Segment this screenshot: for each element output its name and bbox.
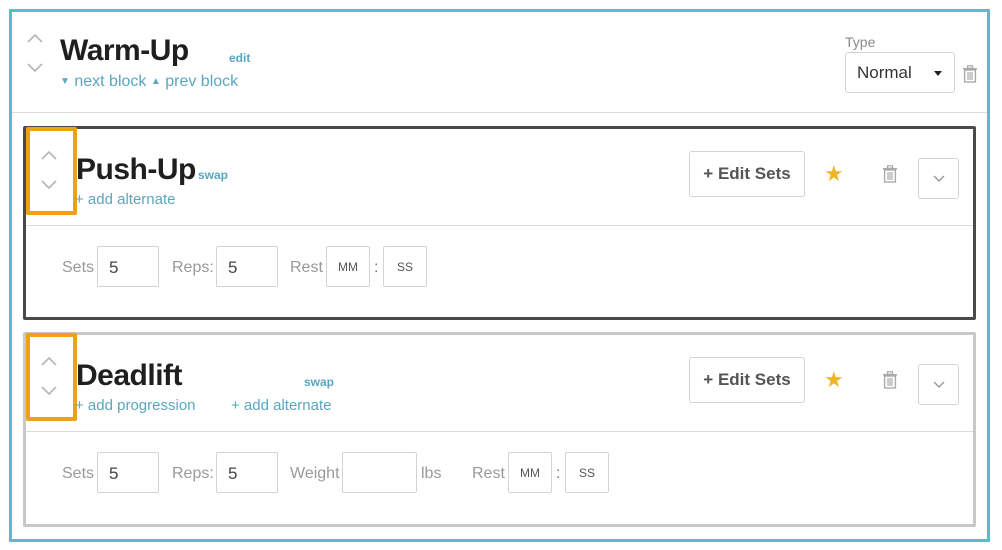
reorder-handle[interactable]: [26, 127, 77, 215]
trash-icon[interactable]: [962, 65, 980, 85]
edit-sets-button[interactable]: + Edit Sets: [689, 151, 805, 197]
add-progression-link[interactable]: + add progression: [75, 397, 196, 414]
weight-unit-label: lbs: [421, 465, 442, 482]
weight-input[interactable]: [342, 452, 417, 493]
reps-label: Reps:: [172, 259, 214, 276]
star-icon[interactable]: ★: [824, 161, 844, 187]
edit-block-link[interactable]: edit: [229, 51, 250, 65]
rest-minutes-input[interactable]: MM: [508, 452, 552, 493]
sets-input[interactable]: 5: [97, 246, 159, 287]
rest-minutes-input[interactable]: MM: [326, 246, 370, 287]
chevron-up-icon[interactable]: [40, 149, 58, 167]
swap-link[interactable]: swap: [198, 168, 228, 182]
chevron-down-icon[interactable]: [40, 179, 58, 197]
edit-sets-button[interactable]: + Edit Sets: [689, 357, 805, 403]
block-header: Warm-Up edit ▼ next block ▲ prev block T…: [12, 12, 987, 113]
caret-down-icon: [934, 71, 942, 76]
sets-label: Sets: [62, 259, 95, 276]
exercise-name: Deadlift: [76, 359, 183, 392]
chevron-down-icon: [933, 381, 945, 388]
reps-input[interactable]: 5: [216, 452, 278, 493]
type-select[interactable]: Normal: [845, 52, 955, 93]
add-alternate-link[interactable]: + add alternate: [231, 397, 332, 414]
rest-colon: :: [374, 259, 379, 276]
reorder-handle[interactable]: [26, 333, 77, 421]
exercise-header: Push-Up swap + add alternate + Edit Sets…: [26, 127, 973, 226]
trash-icon[interactable]: [882, 371, 900, 391]
swap-link[interactable]: swap: [304, 375, 334, 389]
prev-block-label: prev block: [165, 73, 239, 90]
exercise-card-push-up: Push-Up swap + add alternate + Edit Sets…: [23, 126, 976, 320]
rest-seconds-input[interactable]: SS: [565, 452, 609, 493]
block-nav: ▼ next block ▲ prev block: [60, 73, 238, 91]
type-select-value: Normal: [857, 63, 912, 82]
add-alternate-link[interactable]: + add alternate: [75, 191, 176, 208]
sets-label: Sets: [62, 465, 95, 482]
reps-input[interactable]: 5: [216, 246, 278, 287]
rest-label: Rest: [472, 465, 505, 482]
chevron-down-icon[interactable]: [26, 62, 44, 80]
chevron-down-icon: [933, 175, 945, 182]
chevron-up-icon[interactable]: [40, 355, 58, 373]
expand-toggle-button[interactable]: [918, 158, 959, 199]
type-label: Type: [845, 34, 876, 50]
weight-label: Weight: [290, 465, 340, 482]
rest-label: Rest: [290, 259, 323, 276]
sets-input[interactable]: 5: [97, 452, 159, 493]
next-block-link[interactable]: ▼ next block: [60, 73, 146, 90]
caret-down-icon: ▼: [60, 76, 70, 87]
trash-icon[interactable]: [882, 165, 900, 185]
expand-toggle-button[interactable]: [918, 364, 959, 405]
star-icon[interactable]: ★: [824, 367, 844, 393]
block-title: Warm-Up: [60, 34, 189, 67]
exercise-header: Deadlift swap + add progression + add al…: [26, 333, 973, 432]
rest-seconds-input[interactable]: SS: [383, 246, 427, 287]
reps-label: Reps:: [172, 465, 214, 482]
exercise-name: Push-Up: [76, 153, 196, 186]
caret-up-icon: ▲: [150, 76, 161, 87]
rest-colon: :: [556, 465, 561, 482]
exercise-card-deadlift: Deadlift swap + add progression + add al…: [23, 332, 976, 527]
chevron-down-icon[interactable]: [40, 385, 58, 403]
chevron-up-icon[interactable]: [26, 32, 44, 50]
prev-block-link[interactable]: ▲ prev block: [151, 73, 238, 90]
next-block-label: next block: [74, 73, 147, 90]
workout-block: Warm-Up edit ▼ next block ▲ prev block T…: [9, 9, 990, 542]
